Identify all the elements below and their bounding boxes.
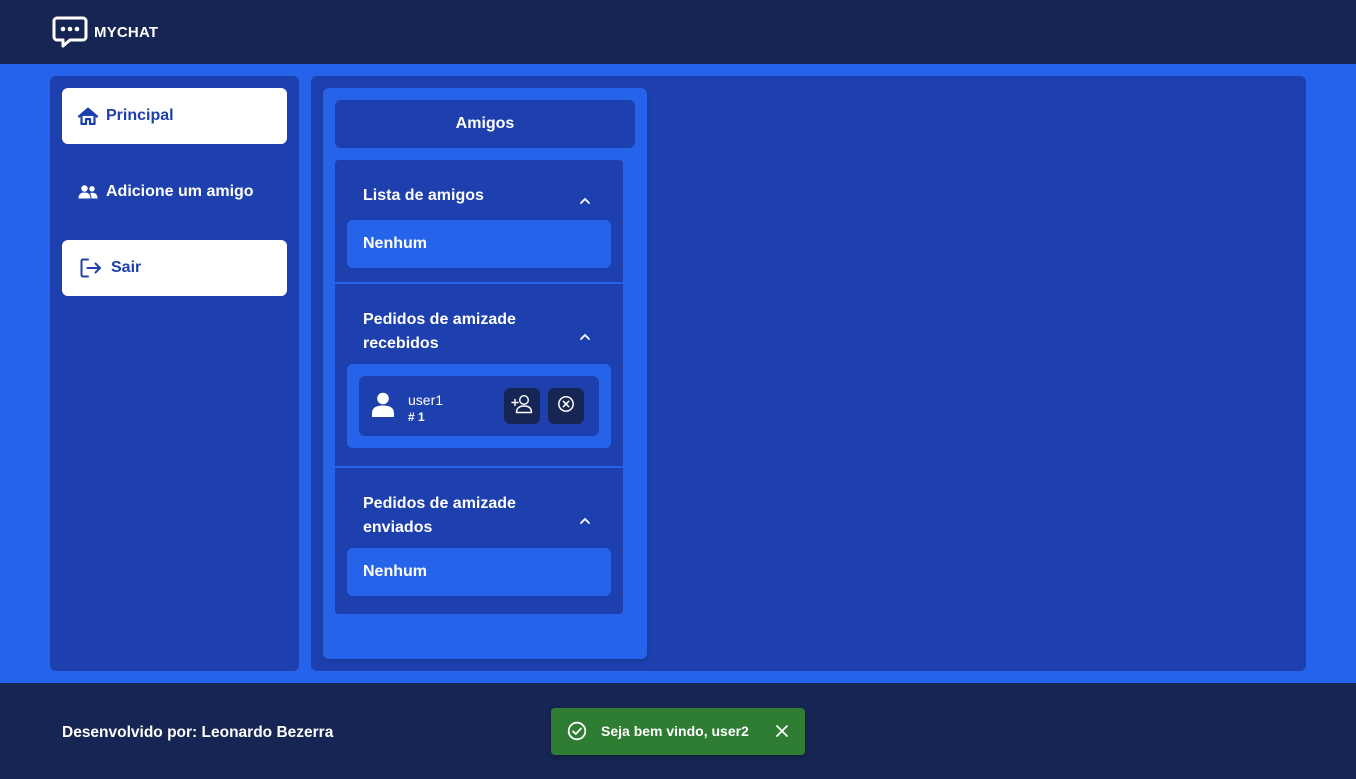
chevron-up-icon[interactable]: [579, 512, 591, 524]
brand[interactable]: MYCHAT: [52, 16, 158, 49]
friends-list-empty: Nenhum: [347, 220, 611, 268]
sent-requests-section: Pedidos de amizade enviados Nenhum: [335, 466, 623, 614]
footer-credit: Desenvolvido por: Leonardo Bezerra: [62, 724, 334, 741]
sidebar-item-label: Principal: [106, 107, 174, 124]
request-username: user1: [408, 392, 444, 408]
sidebar-item-logout[interactable]: Sair: [62, 240, 287, 296]
chat-bubble-dots-icon: [52, 16, 88, 49]
received-requests-list: user1 # 1: [347, 364, 611, 448]
user-avatar-icon: [371, 392, 395, 423]
home-icon: [78, 107, 98, 125]
sidebar-item-label: Adicione um amigo: [106, 183, 254, 200]
reject-request-button[interactable]: [548, 388, 584, 424]
sent-requests-empty: Nenhum: [347, 548, 611, 596]
chevron-up-icon[interactable]: [579, 328, 591, 340]
logout-icon: [79, 258, 103, 278]
sent-requests-header[interactable]: Pedidos de amizade enviados: [363, 492, 563, 540]
user-plus-icon: [511, 394, 533, 419]
list-item: user1 # 1: [359, 376, 599, 436]
sidebar-item-add-friend[interactable]: Adicione um amigo: [62, 164, 287, 220]
close-icon[interactable]: [775, 724, 789, 743]
accept-request-button[interactable]: [504, 388, 540, 424]
friends-panel-title: Amigos: [335, 100, 635, 148]
friends-list-section: Lista de amigos Nenhum: [335, 160, 623, 282]
request-user-tag: # 1: [408, 410, 425, 424]
sidebar-item-label: Sair: [111, 259, 142, 276]
top-bar: MYCHAT: [0, 0, 1356, 64]
friends-accordion: Lista de amigos Nenhum Pedidos de amizad…: [335, 160, 623, 614]
received-requests-header[interactable]: Pedidos de amizade recebidos: [363, 308, 563, 356]
friends-panel: Amigos Lista de amigos Nenhum Pedidos de…: [323, 88, 647, 659]
close-circle-icon: [557, 395, 575, 418]
main-content: Amigos Lista de amigos Nenhum Pedidos de…: [311, 76, 1306, 671]
sidebar-item-principal[interactable]: Principal: [62, 88, 287, 144]
toast-message: Seja bem vindo, user2: [601, 723, 749, 739]
chevron-up-icon[interactable]: [579, 192, 591, 204]
brand-name: MYCHAT: [94, 24, 159, 41]
success-toast: Seja bem vindo, user2: [551, 708, 805, 755]
friends-list-header[interactable]: Lista de amigos: [363, 184, 563, 208]
received-requests-section: Pedidos de amizade recebidos user1 # 1: [335, 282, 623, 466]
check-circle-icon: [567, 721, 587, 746]
users-icon: [78, 185, 98, 199]
sidebar: Principal Adicione um amigo Sair: [50, 76, 299, 671]
